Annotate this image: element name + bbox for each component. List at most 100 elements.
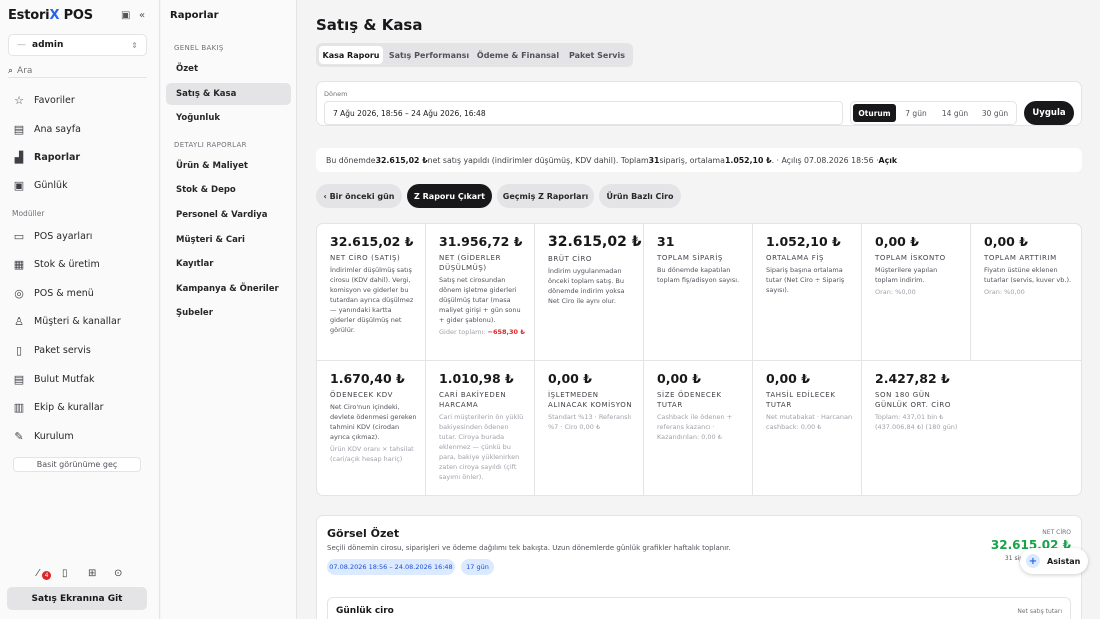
product-revenue-button[interactable]: Ürün Bazlı Ciro bbox=[599, 184, 681, 208]
map-icon: ▯ bbox=[15, 343, 23, 357]
subnav-item-personel[interactable]: Personel & Vardiya bbox=[166, 204, 291, 226]
day-count-chip: 17 gün bbox=[461, 559, 494, 575]
subnav-item-ozet[interactable]: Özet bbox=[166, 58, 291, 80]
kpi-card: 1.052,10 ₺ ORTALAMA FİŞ Sipariş başına o… bbox=[753, 224, 862, 361]
avatar: — bbox=[17, 40, 26, 50]
stock-icon: ▦ bbox=[13, 257, 25, 271]
user-icon: ♙ bbox=[14, 314, 24, 328]
subnav-section-genel: GENEL BAKIŞ bbox=[174, 44, 224, 52]
nav-item-stock[interactable]: ▦ Stok & üretim bbox=[6, 253, 154, 275]
assistant-button[interactable]: + Asistan bbox=[1020, 548, 1088, 574]
net-ciro-label: NET CİRO bbox=[1042, 529, 1071, 536]
subnav-item-kayitlar[interactable]: Kayıtlar bbox=[166, 253, 291, 275]
page-title: Satış & Kasa bbox=[316, 16, 423, 34]
mobile-icon[interactable]: ▯ bbox=[62, 568, 68, 579]
kpi-card: 1.670,40 ₺ ÖDENECEK KDV Net Ciro'nun içi… bbox=[317, 361, 426, 495]
subnav-item-kampanya[interactable]: Kampanya & Öneriler bbox=[166, 278, 291, 300]
modules-label: Modüller bbox=[12, 209, 45, 218]
app-logo[interactable]: EstoriX POS bbox=[8, 8, 93, 23]
kpi-card: 32.615,02 ₺ BRÜT CİRO İndirim uygulanmad… bbox=[535, 224, 644, 361]
notification-badge: 4 bbox=[42, 571, 51, 580]
kpi-card: 32.615,02 ₺ NET CİRO (SATIŞ) İndirimler … bbox=[317, 224, 426, 361]
nav-item-setup[interactable]: ✎ Kurulum bbox=[6, 425, 154, 447]
segment-7-gun[interactable]: 7 gün bbox=[897, 104, 935, 122]
kpi-grid: 32.615,02 ₺ NET CİRO (SATIŞ) İndirimler … bbox=[316, 223, 1082, 496]
daily-revenue-card: Günlük ciro Net satış tutarı bbox=[327, 597, 1071, 619]
building-icon: ▤ bbox=[13, 122, 25, 136]
user-selector[interactable]: — admin ⇕ bbox=[8, 34, 147, 56]
subnav-item-musteri-cari[interactable]: Müşteri & Cari bbox=[166, 229, 291, 251]
kpi-card: 31.956,72 ₺ NET (GİDERLER DÜŞÜLMÜŞ) Satı… bbox=[426, 224, 535, 361]
visual-summary-desc: Seçili dönemin cirosu, siparişleri ve öd… bbox=[327, 544, 731, 552]
chevron-updown-icon: ⇕ bbox=[131, 40, 138, 50]
kpi-card: 0,00 ₺ TOPLAM ARTTIRIM Fiyatın üstüne ek… bbox=[971, 224, 1081, 361]
compass-icon: ◎ bbox=[14, 286, 24, 300]
reports-subnav: Raporlar GENEL BAKIŞ Özet Satış & Kasa Y… bbox=[161, 0, 297, 619]
kpi-card: 0,00 ₺ TOPLAM İSKONTO Müşterilere yapıla… bbox=[862, 224, 971, 361]
kpi-card: 1.010,98 ₺ CARİ BAKİYEDEN HARCAMA Cari m… bbox=[426, 361, 535, 495]
nav-item-team[interactable]: ▥ Ekip & kurallar bbox=[6, 396, 154, 418]
sidebar: EstoriX POS ▣ « — admin ⇕ ⌕ ☆Favoriler ▤… bbox=[0, 0, 160, 619]
date-range-chip: 07.08.2026 18:56 – 24.08.2026 16:48 bbox=[327, 559, 455, 575]
search-input[interactable] bbox=[17, 65, 128, 76]
kpi-card: 0,00 ₺ SİZE ÖDENECEK TUTAR Cashback ile … bbox=[644, 361, 753, 495]
nav-item-reports[interactable]: ▟ Raporlar bbox=[6, 146, 154, 168]
search-box: ⌕ bbox=[8, 64, 147, 78]
grid-icon[interactable]: ⊞ bbox=[88, 568, 96, 579]
nav-item-cloud-kitchen[interactable]: ▤ Bulut Mutfak bbox=[6, 368, 154, 390]
tab-kasa-raporu[interactable]: Kasa Raporu bbox=[319, 46, 383, 64]
nav-item-pos-settings[interactable]: ▭ POS ayarları bbox=[6, 225, 154, 247]
window-icon[interactable]: ▣ bbox=[121, 10, 130, 21]
z-report-button[interactable]: Z Raporu Çıkart bbox=[407, 184, 492, 208]
star-icon: ☆ bbox=[14, 93, 24, 107]
nav-item-customers[interactable]: ♙ Müşteri & kanallar bbox=[6, 310, 154, 332]
period-input[interactable]: 7 Ağu 2026, 18:56 – 24 Ağu 2026, 16:48 bbox=[324, 101, 843, 125]
segment-30-gun[interactable]: 30 gün bbox=[975, 104, 1015, 122]
subnav-item-satis-kasa[interactable]: Satış & Kasa bbox=[166, 83, 291, 105]
previous-day-button[interactable]: ‹ Bir önceki gün bbox=[316, 184, 402, 208]
cloud-kitchen-icon: ▤ bbox=[13, 372, 25, 386]
kpi-card: 2.427,82 ₺ SON 180 GÜN GÜNLÜK ORT. CİRO … bbox=[875, 371, 958, 431]
past-z-reports-button[interactable]: Geçmiş Z Raporları bbox=[497, 184, 594, 208]
segment-oturum[interactable]: Oturum bbox=[853, 104, 896, 122]
period-summary: Bu dönemde 32.615,02 ₺ net satış yapıldı… bbox=[316, 148, 1082, 172]
collapse-sidebar-icon[interactable]: « bbox=[139, 10, 145, 21]
main-content: Satış & Kasa Kasa Raporu Satış Performan… bbox=[298, 0, 1100, 619]
help-icon[interactable]: ⊙ bbox=[114, 568, 122, 579]
nav-item-delivery[interactable]: ▯ Paket servis bbox=[6, 339, 154, 361]
calendar-icon: ▣ bbox=[13, 178, 25, 192]
nav-item-favorites[interactable]: ☆ Favoriler bbox=[6, 89, 154, 111]
nav-item-daily[interactable]: ▣ Günlük bbox=[6, 174, 154, 196]
tab-paket-servis[interactable]: Paket Servis bbox=[564, 46, 630, 64]
subnav-item-urun-maliyet[interactable]: Ürün & Maliyet bbox=[166, 155, 291, 177]
segment-14-gun[interactable]: 14 gün bbox=[936, 104, 974, 122]
edit-icon: ✎ bbox=[14, 429, 24, 443]
subnav-section-detay: DETAYLI RAPORLAR bbox=[174, 141, 247, 149]
kpi-card: 31 TOPLAM SİPARİŞ Bu dönemde kapatılan t… bbox=[644, 224, 753, 361]
kpi-card: 0,00 ₺ İŞLETMEDEN ALINACAK KOMİSYON Stan… bbox=[535, 361, 644, 495]
nav-item-home[interactable]: ▤ Ana sayfa bbox=[6, 118, 154, 140]
subnav-item-yogunluk[interactable]: Yoğunluk bbox=[166, 107, 291, 129]
team-icon: ▥ bbox=[13, 400, 25, 414]
go-to-sales-screen-button[interactable]: Satış Ekranına Git bbox=[7, 587, 147, 610]
visual-summary-panel: Görsel Özet Seçili dönemin cirosu, sipar… bbox=[316, 515, 1082, 619]
tab-satis-performansi[interactable]: Satış Performansı bbox=[386, 46, 472, 64]
nav-item-pos-menu[interactable]: ◎ POS & menü bbox=[6, 282, 154, 304]
search-icon: ⌕ bbox=[8, 65, 14, 76]
plus-icon: + bbox=[1026, 554, 1040, 568]
visual-summary-title: Görsel Özet bbox=[327, 527, 400, 540]
subnav-item-stok-depo[interactable]: Stok & Depo bbox=[166, 179, 291, 201]
subnav-item-subeler[interactable]: Şubeler bbox=[166, 302, 291, 324]
subnav-title: Raporlar bbox=[170, 10, 219, 21]
user-name: admin bbox=[32, 40, 64, 50]
period-label: Dönem bbox=[324, 90, 348, 98]
apply-button[interactable]: Uygula bbox=[1024, 101, 1074, 125]
simple-view-button[interactable]: Basit görünüme geç bbox=[13, 457, 141, 472]
report-tabs: Kasa Raporu Satış Performansı Ödeme & Fi… bbox=[316, 43, 633, 67]
period-segmented-control: Oturum 7 gün 14 gün 30 gün bbox=[850, 101, 1017, 125]
tab-odeme-finansal[interactable]: Ödeme & Finansal bbox=[475, 46, 561, 64]
period-panel: Dönem 7 Ağu 2026, 18:56 – 24 Ağu 2026, 1… bbox=[316, 81, 1082, 126]
daily-revenue-unit: Net satış tutarı bbox=[1017, 608, 1062, 615]
daily-revenue-title: Günlük ciro bbox=[336, 606, 394, 616]
notifications-icon[interactable]: ⁄ bbox=[37, 568, 39, 579]
